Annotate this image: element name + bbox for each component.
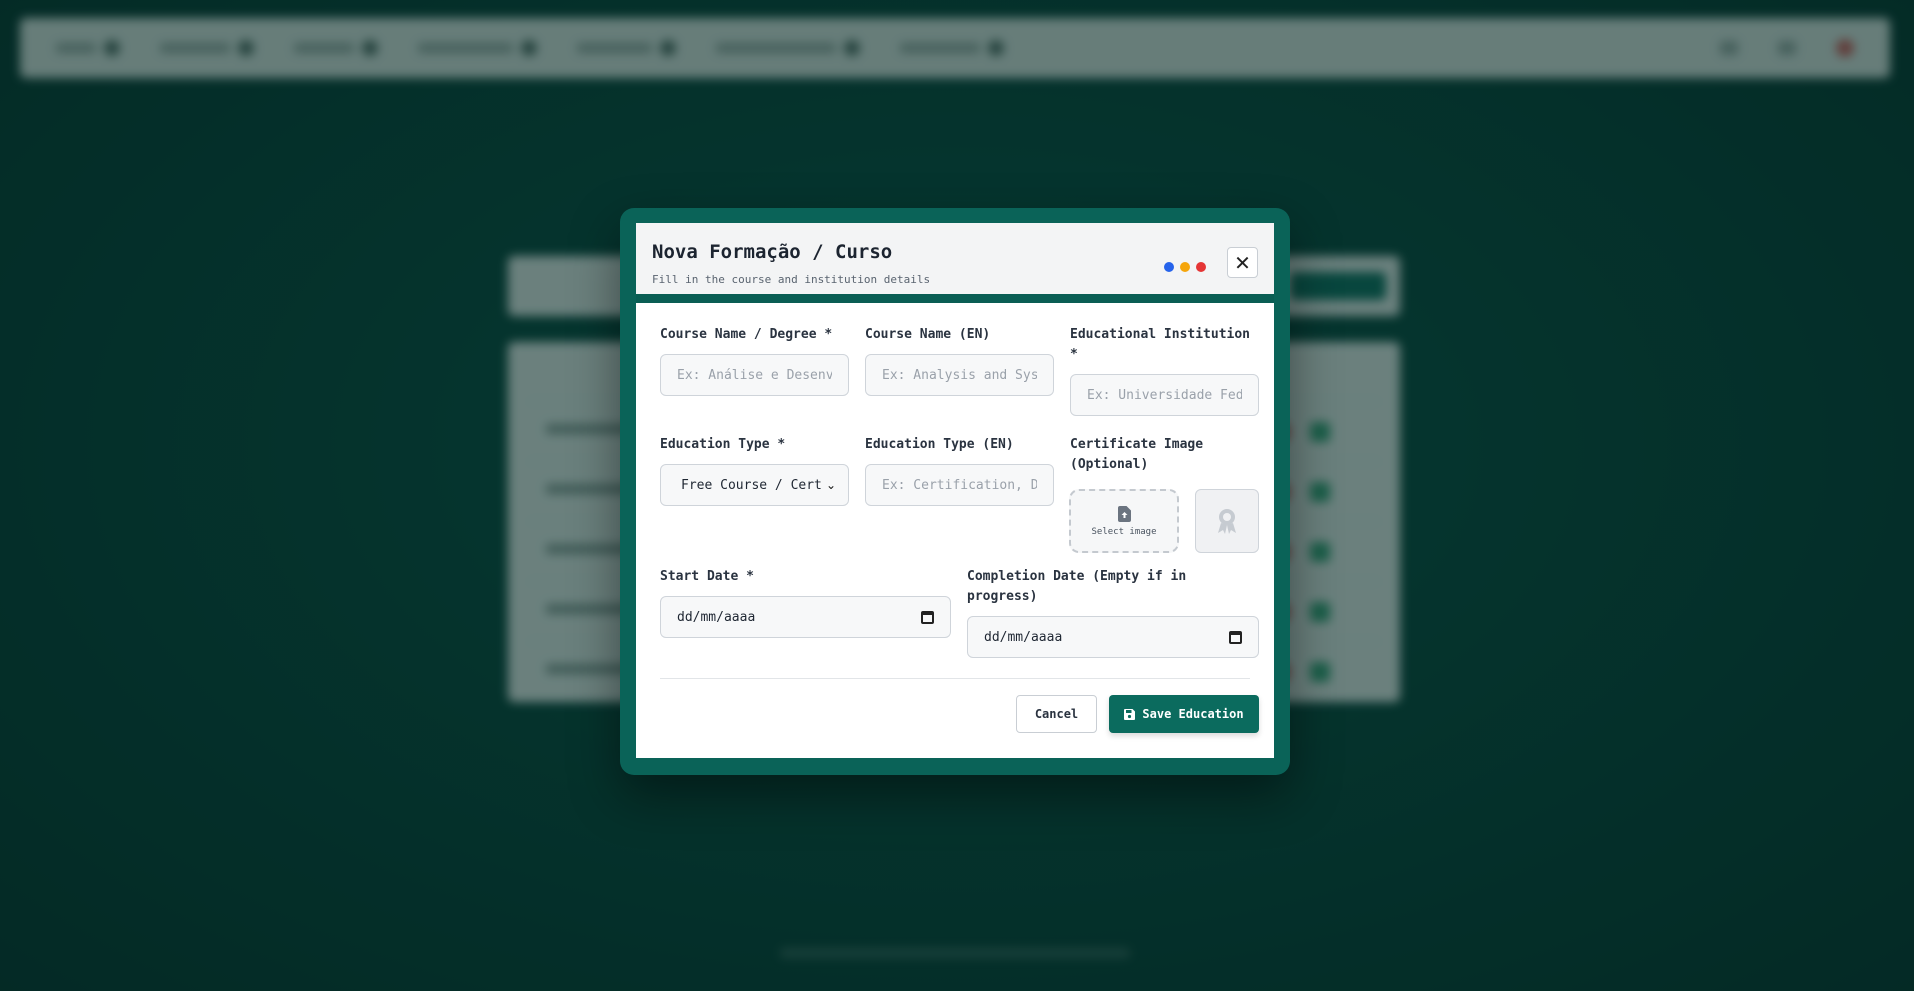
cancel-button[interactable]: Cancel xyxy=(1016,695,1097,733)
start-date-input[interactable]: dd/mm/aaaa xyxy=(660,596,951,638)
close-icon: ✕ xyxy=(1234,250,1251,275)
start-date-label: Start Date * xyxy=(660,569,754,584)
modal-body: Course Name / Degree * Course Name (EN) … xyxy=(636,303,1274,758)
select-image-label: Select image xyxy=(1091,526,1157,537)
modal-header: Nova Formação / Curso Fill in the course… xyxy=(636,223,1274,303)
certificate-image-label: Certificate Image (Optional) xyxy=(1070,437,1204,472)
save-education-label: Save Education xyxy=(1142,707,1244,721)
institution-label: Educational Institution * xyxy=(1070,327,1251,362)
close-button[interactable]: ✕ xyxy=(1227,247,1258,278)
save-icon xyxy=(1124,708,1136,720)
award-icon xyxy=(1218,509,1236,534)
modal-title: Nova Formação / Curso xyxy=(652,241,893,263)
decorative-dots xyxy=(1164,262,1206,272)
course-name-en-input[interactable] xyxy=(865,354,1054,396)
save-education-button[interactable]: Save Education xyxy=(1109,695,1259,733)
institution-input[interactable] xyxy=(1070,374,1259,416)
yellow-dot-icon xyxy=(1180,262,1190,272)
completion-date-input[interactable]: dd/mm/aaaa xyxy=(967,616,1259,658)
education-type-en-label: Education Type (EN) xyxy=(865,437,1014,452)
course-name-en-label: Course Name (EN) xyxy=(865,327,991,342)
course-name-label: Course Name / Degree * xyxy=(660,327,833,342)
education-type-label: Education Type * xyxy=(660,437,786,452)
calendar-icon[interactable] xyxy=(921,610,934,624)
course-name-input[interactable] xyxy=(660,354,849,396)
file-upload-icon xyxy=(1117,505,1131,522)
red-dot-icon xyxy=(1196,262,1206,272)
calendar-icon[interactable] xyxy=(1229,630,1242,644)
chevron-down-icon: ⌄ xyxy=(825,478,836,492)
divider xyxy=(660,678,1250,679)
education-type-selected: Free Course / Certification xyxy=(681,477,822,493)
blue-dot-icon xyxy=(1164,262,1174,272)
completion-date-label: Completion Date (Empty if in progress) xyxy=(967,569,1187,604)
certificate-preview xyxy=(1195,489,1259,553)
start-date-placeholder: dd/mm/aaaa xyxy=(677,609,756,625)
education-type-en-input[interactable] xyxy=(865,464,1054,506)
modal-subtitle: Fill in the course and institution detai… xyxy=(652,273,931,286)
education-modal: Nova Formação / Curso Fill in the course… xyxy=(620,208,1290,775)
education-type-select[interactable]: Free Course / Certification ⌄ xyxy=(660,464,849,506)
select-image-button[interactable]: Select image xyxy=(1069,489,1179,553)
completion-date-placeholder: dd/mm/aaaa xyxy=(984,629,1063,645)
